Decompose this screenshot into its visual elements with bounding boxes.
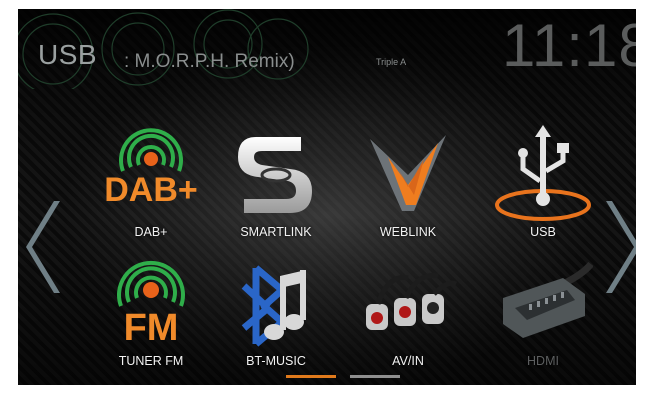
dab-radio-icon: DAB+	[104, 128, 198, 209]
fm-radio-icon: FM	[117, 260, 185, 349]
clock: 11:18	[502, 12, 636, 79]
app-label-dab: DAB+	[134, 225, 168, 239]
app-tile-tuner-fm[interactable]: FM TUNER FM	[91, 254, 211, 384]
chevron-right-icon	[606, 201, 636, 293]
dab-icon-text: DAB+	[104, 171, 198, 209]
smartlink-icon	[238, 137, 312, 213]
track-title: : M.O.R.P.H. Remix)	[124, 51, 295, 72]
next-page-button[interactable]	[600, 197, 636, 297]
app-label-tuner-fm: TUNER FM	[118, 354, 184, 368]
app-tile-hdmi[interactable]: HDMI	[483, 254, 603, 384]
app-label-smartlink: SMARTLINK	[240, 225, 312, 239]
rca-cable-icon	[366, 272, 458, 330]
chevron-left-icon	[26, 201, 60, 293]
hdmi-icon	[503, 261, 593, 338]
app-label-bt-music: BT-MUSIC	[246, 354, 306, 368]
bluetooth-music-icon	[241, 265, 306, 347]
app-tile-av-in[interactable]: AV/IN	[348, 254, 468, 384]
previous-page-button[interactable]	[26, 197, 66, 297]
page-indicator-2[interactable]	[350, 375, 400, 378]
app-label-usb: USB	[530, 225, 556, 239]
app-tile-weblink[interactable]: WEBLINK	[348, 125, 468, 255]
page-indicator-1[interactable]	[286, 375, 336, 378]
infotainment-screen: USB : M.O.R.P.H. Remix) Triple A 11:18 D…	[18, 9, 636, 385]
app-label-weblink: WEBLINK	[379, 225, 437, 239]
source-label: USB	[38, 39, 98, 70]
app-tile-dab[interactable]: DAB+ DAB+	[91, 125, 211, 255]
artist-name: Triple A	[376, 57, 407, 67]
app-tile-bt-music[interactable]: BT-MUSIC	[216, 254, 336, 384]
app-label-av-in: AV/IN	[392, 354, 424, 368]
now-playing-bar[interactable]: USB : M.O.R.P.H. Remix) Triple A 11:18	[18, 9, 636, 89]
app-tile-smartlink[interactable]: SMARTLINK	[216, 125, 336, 255]
app-tile-usb[interactable]: USB	[483, 125, 603, 255]
usb-icon	[495, 125, 591, 221]
app-label-hdmi: HDMI	[527, 354, 559, 368]
fm-icon-text: FM	[124, 307, 179, 349]
weblink-icon	[370, 135, 446, 211]
